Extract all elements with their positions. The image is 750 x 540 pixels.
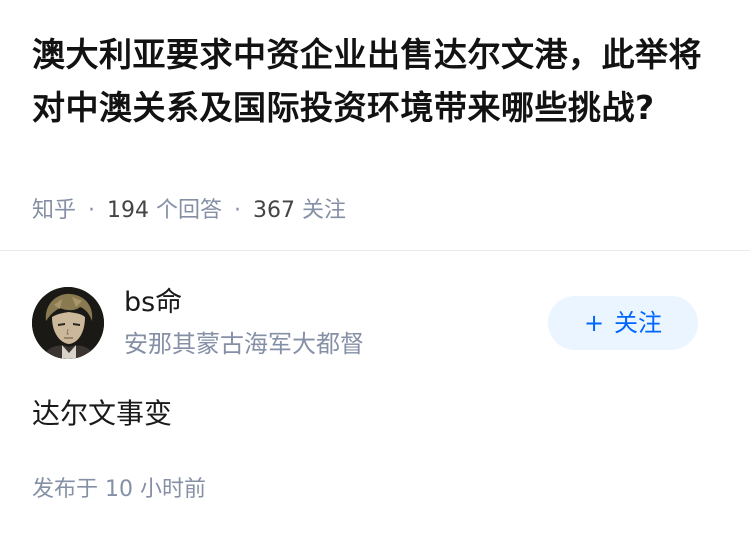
question-meta: 知乎 · 194 个回答 · 367 关注 bbox=[32, 196, 346, 226]
published-time: 发布于 10 小时前 bbox=[32, 475, 206, 505]
separator-dot: · bbox=[88, 198, 96, 223]
author-bio: 安那其蒙古海军大都督 bbox=[124, 330, 364, 358]
author-name[interactable]: bs命 bbox=[124, 285, 182, 321]
plus-icon: + bbox=[583, 309, 605, 337]
source-label[interactable]: 知乎 bbox=[32, 198, 76, 223]
separator-dot: · bbox=[234, 198, 242, 223]
answers-label[interactable]: 个回答 bbox=[156, 198, 222, 223]
follow-count[interactable]: 367 bbox=[253, 198, 295, 223]
published-time-value: 10 小时前 bbox=[105, 477, 207, 502]
follow-button-label: 关注 bbox=[614, 309, 663, 337]
question-title[interactable]: 澳大利亚要求中资企业出售达尔文港，此举将对中澳关系及国际投资环境带来哪些挑战? bbox=[32, 28, 718, 134]
published-prefix: 发布于 bbox=[32, 477, 99, 502]
answer-card: bs命 安那其蒙古海军大都督 + 关注 达尔文事变 发布于 10 小时前 bbox=[0, 251, 750, 540]
answer-content[interactable]: 达尔文事变 bbox=[32, 395, 172, 433]
follow-count-label[interactable]: 关注 bbox=[302, 198, 346, 223]
avatar-anime-character-icon bbox=[32, 287, 104, 359]
answers-count[interactable]: 194 bbox=[107, 198, 149, 223]
avatar[interactable] bbox=[32, 287, 104, 359]
follow-button[interactable]: + 关注 bbox=[548, 296, 698, 350]
